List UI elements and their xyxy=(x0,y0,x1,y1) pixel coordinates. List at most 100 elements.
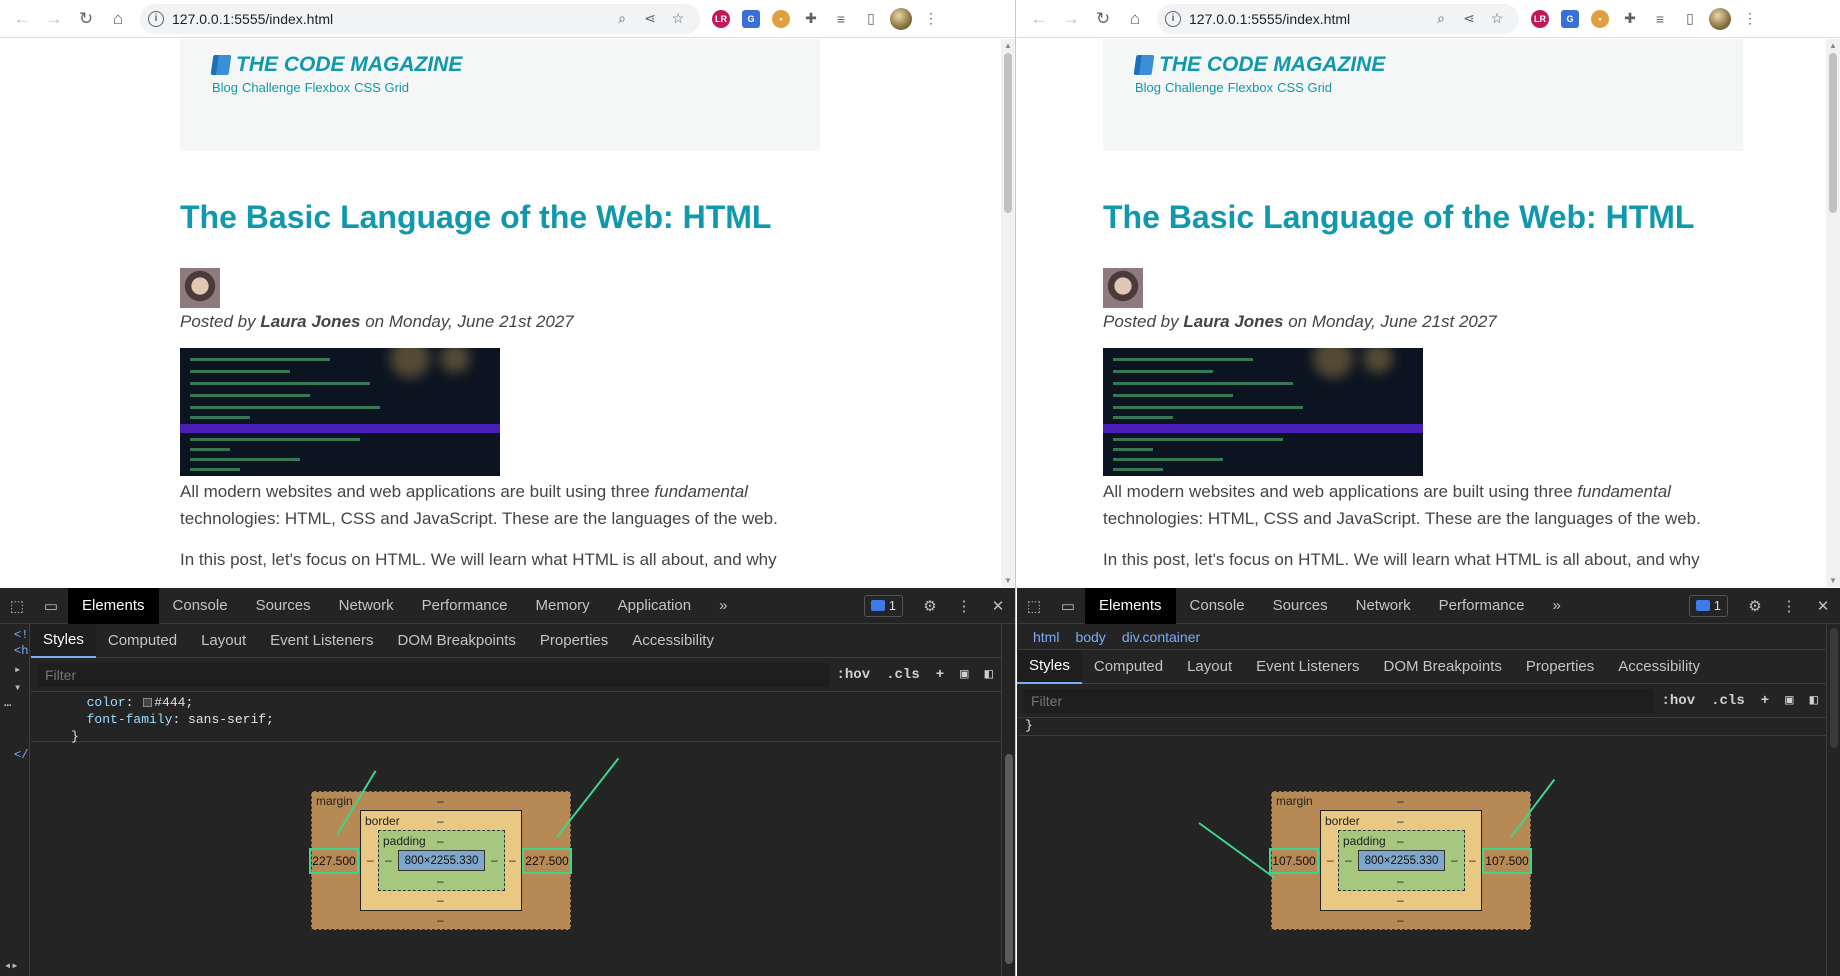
hov-toggle[interactable]: :hov xyxy=(1654,693,1704,709)
forward-icon[interactable]: → xyxy=(38,3,70,35)
reload-icon[interactable]: ↻ xyxy=(70,3,102,35)
browser-menu-icon[interactable]: ⋮ xyxy=(1735,4,1765,34)
styles-filter-input[interactable] xyxy=(1023,688,1654,713)
subtab-layout[interactable]: Layout xyxy=(1175,650,1244,684)
tab-performance[interactable]: Performance xyxy=(408,588,522,624)
translate-extension-icon[interactable]: G xyxy=(1555,4,1585,34)
new-rule-plus-icon[interactable]: + xyxy=(1753,693,1777,709)
gutter-scroll-arrows[interactable]: ◂▸ xyxy=(4,958,18,973)
styles-scrollbar[interactable] xyxy=(1001,624,1015,976)
cls-toggle[interactable]: .cls xyxy=(878,667,928,683)
nav-link-flexbox[interactable]: Flexbox xyxy=(305,80,351,95)
breadcrumb-html[interactable]: html xyxy=(1025,629,1067,645)
css-val-font-family[interactable]: sans-serif; xyxy=(188,712,274,727)
new-rule-plus-icon[interactable]: + xyxy=(928,667,952,683)
subtab-event-listeners[interactable]: Event Listeners xyxy=(258,624,385,658)
margin-right-value[interactable]: 107.500 xyxy=(1482,848,1532,874)
side-panel-icon[interactable]: ▯ xyxy=(1675,4,1705,34)
subtab-layout[interactable]: Layout xyxy=(189,624,258,658)
settings-gear-icon[interactable]: ⚙ xyxy=(913,588,947,624)
subtab-styles[interactable]: Styles xyxy=(31,623,96,658)
close-devtools-icon[interactable]: ✕ xyxy=(1806,588,1840,624)
cookie-extension-icon[interactable]: • xyxy=(1585,4,1615,34)
media-queue-icon[interactable]: ≡ xyxy=(1645,4,1675,34)
styles-scrollbar[interactable] xyxy=(1826,624,1840,976)
bookmark-star-icon[interactable]: ☆ xyxy=(1483,10,1511,27)
page-scrollbar[interactable]: ▲ ▼ xyxy=(1001,39,1015,587)
tab-sources[interactable]: Sources xyxy=(242,588,325,624)
settings-gear-icon[interactable]: ⚙ xyxy=(1738,588,1772,624)
home-icon[interactable]: ⌂ xyxy=(1119,3,1151,35)
css-prop-font-family[interactable]: font-family xyxy=(87,712,173,727)
media-queue-icon[interactable]: ≡ xyxy=(826,4,856,34)
home-icon[interactable]: ⌂ xyxy=(102,3,134,35)
subtab-dom-breakpoints[interactable]: DOM Breakpoints xyxy=(1372,650,1514,684)
nav-link-css-grid[interactable]: CSS Grid xyxy=(1277,80,1332,95)
nav-link-blog[interactable]: Blog xyxy=(1135,80,1161,95)
margin-right-value[interactable]: 227.500 xyxy=(522,848,572,874)
subtab-dom-breakpoints[interactable]: DOM Breakpoints xyxy=(386,624,528,658)
page-scrollbar[interactable]: ▲ ▼ xyxy=(1826,39,1840,587)
devtools-menu-icon[interactable]: ⋮ xyxy=(1772,588,1806,624)
browser-menu-icon[interactable]: ⋮ xyxy=(916,4,946,34)
nav-link-flexbox[interactable]: Flexbox xyxy=(1228,80,1274,95)
margin-left-value[interactable]: 227.500 xyxy=(309,848,359,874)
breadcrumb-div-container[interactable]: div.container xyxy=(1114,629,1208,645)
profile-avatar[interactable] xyxy=(1705,4,1735,34)
subtab-properties[interactable]: Properties xyxy=(528,624,620,658)
extensions-puzzle-icon[interactable]: ✚ xyxy=(1615,4,1645,34)
tab-memory[interactable]: Memory xyxy=(522,588,604,624)
box-model-content-size[interactable]: 800×2255.330 xyxy=(398,850,485,871)
more-tabs-chevron-icon[interactable]: » xyxy=(1539,588,1575,624)
info-icon[interactable]: i xyxy=(1165,10,1181,27)
tab-elements[interactable]: Elements xyxy=(68,587,159,624)
zoom-icon[interactable]: ⌕ xyxy=(608,10,636,27)
issues-badge[interactable]: 1 xyxy=(863,594,903,617)
reload-icon[interactable]: ↻ xyxy=(1087,3,1119,35)
breadcrumb-body[interactable]: body xyxy=(1067,629,1113,645)
forward-icon[interactable]: → xyxy=(1055,3,1087,35)
profile-avatar[interactable] xyxy=(886,4,916,34)
css-val-color[interactable]: #444; xyxy=(154,695,193,710)
back-icon[interactable]: ← xyxy=(6,3,38,35)
tab-elements[interactable]: Elements xyxy=(1085,587,1176,624)
cls-toggle[interactable]: .cls xyxy=(1703,693,1753,709)
tab-performance[interactable]: Performance xyxy=(1425,588,1539,624)
color-swatch[interactable] xyxy=(143,698,153,708)
box-model-content-size[interactable]: 800×2255.330 xyxy=(1358,850,1445,871)
subtab-accessibility[interactable]: Accessibility xyxy=(620,624,726,658)
inspect-element-icon[interactable]: ⬚ xyxy=(0,588,34,624)
subtab-styles[interactable]: Styles xyxy=(1017,649,1082,684)
tab-application[interactable]: Application xyxy=(604,588,705,624)
tab-console[interactable]: Console xyxy=(159,588,242,624)
margin-left-value[interactable]: 107.500 xyxy=(1269,848,1319,874)
paint-brush-icon[interactable]: ▣ xyxy=(1777,692,1801,709)
hov-toggle[interactable]: :hov xyxy=(829,667,879,683)
toggle-sidebar-icon[interactable]: ◧ xyxy=(977,666,1001,683)
close-devtools-icon[interactable]: ✕ xyxy=(981,588,1015,624)
nav-link-css-grid[interactable]: CSS Grid xyxy=(354,80,409,95)
subtab-properties[interactable]: Properties xyxy=(1514,650,1606,684)
address-bar[interactable]: i 127.0.0.1:5555/index.html ⌕ ⋖ ☆ xyxy=(140,3,700,34)
paint-brush-icon[interactable]: ▣ xyxy=(952,666,976,683)
tab-network[interactable]: Network xyxy=(1342,588,1425,624)
tab-network[interactable]: Network xyxy=(325,588,408,624)
styles-filter-input[interactable] xyxy=(37,662,829,687)
inspect-element-icon[interactable]: ⬚ xyxy=(1017,588,1051,624)
address-bar[interactable]: i 127.0.0.1:5555/index.html ⌕ ⋖ ☆ xyxy=(1157,3,1519,34)
devtools-menu-icon[interactable]: ⋮ xyxy=(947,588,981,624)
device-toolbar-icon[interactable]: ▭ xyxy=(34,588,68,624)
css-prop-color[interactable]: color xyxy=(87,695,126,710)
cookie-extension-icon[interactable]: • xyxy=(766,4,796,34)
issues-badge[interactable]: 1 xyxy=(1688,594,1728,617)
tab-sources[interactable]: Sources xyxy=(1259,588,1342,624)
share-icon[interactable]: ⋖ xyxy=(1455,10,1483,27)
nav-link-challenge[interactable]: Challenge xyxy=(242,80,301,95)
more-tabs-chevron-icon[interactable]: » xyxy=(705,588,741,624)
toggle-sidebar-icon[interactable]: ◧ xyxy=(1802,692,1826,709)
subtab-computed[interactable]: Computed xyxy=(96,624,189,658)
nav-link-challenge[interactable]: Challenge xyxy=(1165,80,1224,95)
extension-lr-icon[interactable]: LR xyxy=(706,4,736,34)
subtab-computed[interactable]: Computed xyxy=(1082,650,1175,684)
info-icon[interactable]: i xyxy=(148,10,164,27)
